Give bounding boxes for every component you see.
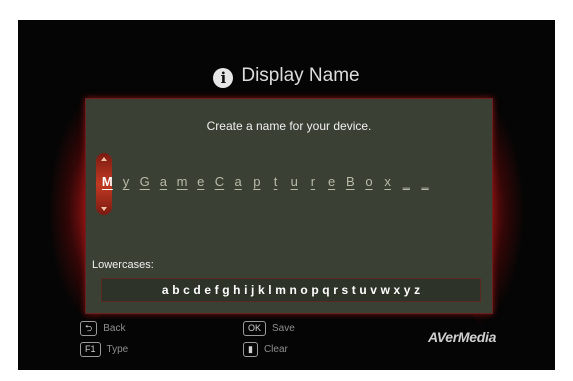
name-char[interactable]: u	[285, 174, 304, 189]
page-title: i Display Name	[18, 65, 555, 88]
name-char[interactable]: x	[378, 174, 397, 189]
back-hint[interactable]: ⮌ Back	[80, 321, 125, 336]
name-char[interactable]: _	[416, 174, 435, 189]
arrow-up-icon	[101, 157, 107, 161]
page-title-text: Display Name	[241, 65, 360, 86]
name-char[interactable]: r	[304, 174, 323, 189]
type-label: Type	[106, 344, 129, 356]
name-char[interactable]: p	[248, 174, 267, 189]
f1-key-icon: F1	[80, 342, 101, 357]
name-entry-row[interactable]: My Ga m e Ca p t u r e Bo x _ _	[92, 153, 492, 215]
name-char[interactable]: t	[266, 174, 285, 189]
key-v[interactable]: v	[369, 283, 379, 297]
key-u[interactable]: u	[358, 283, 369, 297]
key-j[interactable]: j	[249, 283, 256, 297]
key-t[interactable]: t	[350, 283, 358, 297]
character-keyboard: abcdefghijklmnopqrstuvwxyz	[101, 278, 481, 302]
arrow-down-icon	[101, 207, 107, 211]
name-char[interactable]: y	[117, 174, 136, 189]
ok-key-icon: OK	[243, 321, 267, 336]
key-h[interactable]: h	[231, 283, 242, 297]
name-char[interactable]: m	[173, 174, 192, 189]
key-q[interactable]: q	[320, 283, 331, 297]
name-editor-panel: Create a name for your device. MyGameCap…	[85, 98, 493, 314]
name-char[interactable]: M	[98, 174, 117, 189]
name-char[interactable]: B	[341, 174, 360, 189]
tv-screen: i Display Name Create a name for your dev…	[18, 20, 555, 370]
key-l[interactable]: l	[266, 283, 273, 297]
back-icon: ⮌	[80, 321, 98, 336]
key-w[interactable]: w	[379, 283, 392, 297]
name-char[interactable]: a	[229, 174, 248, 189]
name-char[interactable]: e	[322, 174, 341, 189]
name-char[interactable]: C	[210, 174, 229, 189]
trash-icon: ▮	[243, 342, 258, 357]
clear-hint[interactable]: ▮ Clear	[243, 342, 288, 357]
name-char[interactable]: o	[360, 174, 379, 189]
key-d[interactable]: d	[192, 283, 203, 297]
key-k[interactable]: k	[256, 283, 266, 297]
key-g[interactable]: g	[220, 283, 231, 297]
name-char[interactable]: a	[154, 174, 173, 189]
clear-label: Clear	[263, 344, 288, 356]
prompt-text: Create a name for your device.	[206, 119, 372, 133]
name-char[interactable]: G	[135, 174, 154, 189]
brand-logo: AVerMedia	[428, 329, 497, 345]
key-y[interactable]: y	[402, 283, 412, 297]
save-label: Save	[272, 323, 295, 335]
info-icon: i	[213, 68, 234, 88]
name-characters: My Ga m e Ca p t u r e Bo x _ _	[98, 174, 434, 189]
key-c[interactable]: c	[181, 283, 191, 297]
key-s[interactable]: s	[340, 283, 350, 297]
key-z[interactable]: z	[412, 283, 422, 297]
key-f[interactable]: f	[213, 283, 221, 297]
key-x[interactable]: x	[392, 283, 402, 297]
key-m[interactable]: m	[273, 283, 287, 297]
key-r[interactable]: r	[331, 283, 339, 297]
case-label: Lowercases:	[92, 259, 154, 271]
key-a[interactable]: a	[160, 283, 170, 297]
key-n[interactable]: n	[288, 283, 299, 297]
back-label: Back	[103, 323, 126, 335]
key-e[interactable]: e	[203, 283, 213, 297]
name-char[interactable]: _	[397, 174, 416, 189]
key-i[interactable]: i	[242, 283, 249, 297]
key-p[interactable]: p	[310, 283, 321, 297]
key-b[interactable]: b	[170, 283, 181, 297]
type-hint[interactable]: F1 Type	[80, 342, 128, 357]
save-hint[interactable]: OK Save	[243, 321, 295, 336]
name-char[interactable]: e	[191, 174, 210, 189]
key-o[interactable]: o	[299, 283, 310, 297]
